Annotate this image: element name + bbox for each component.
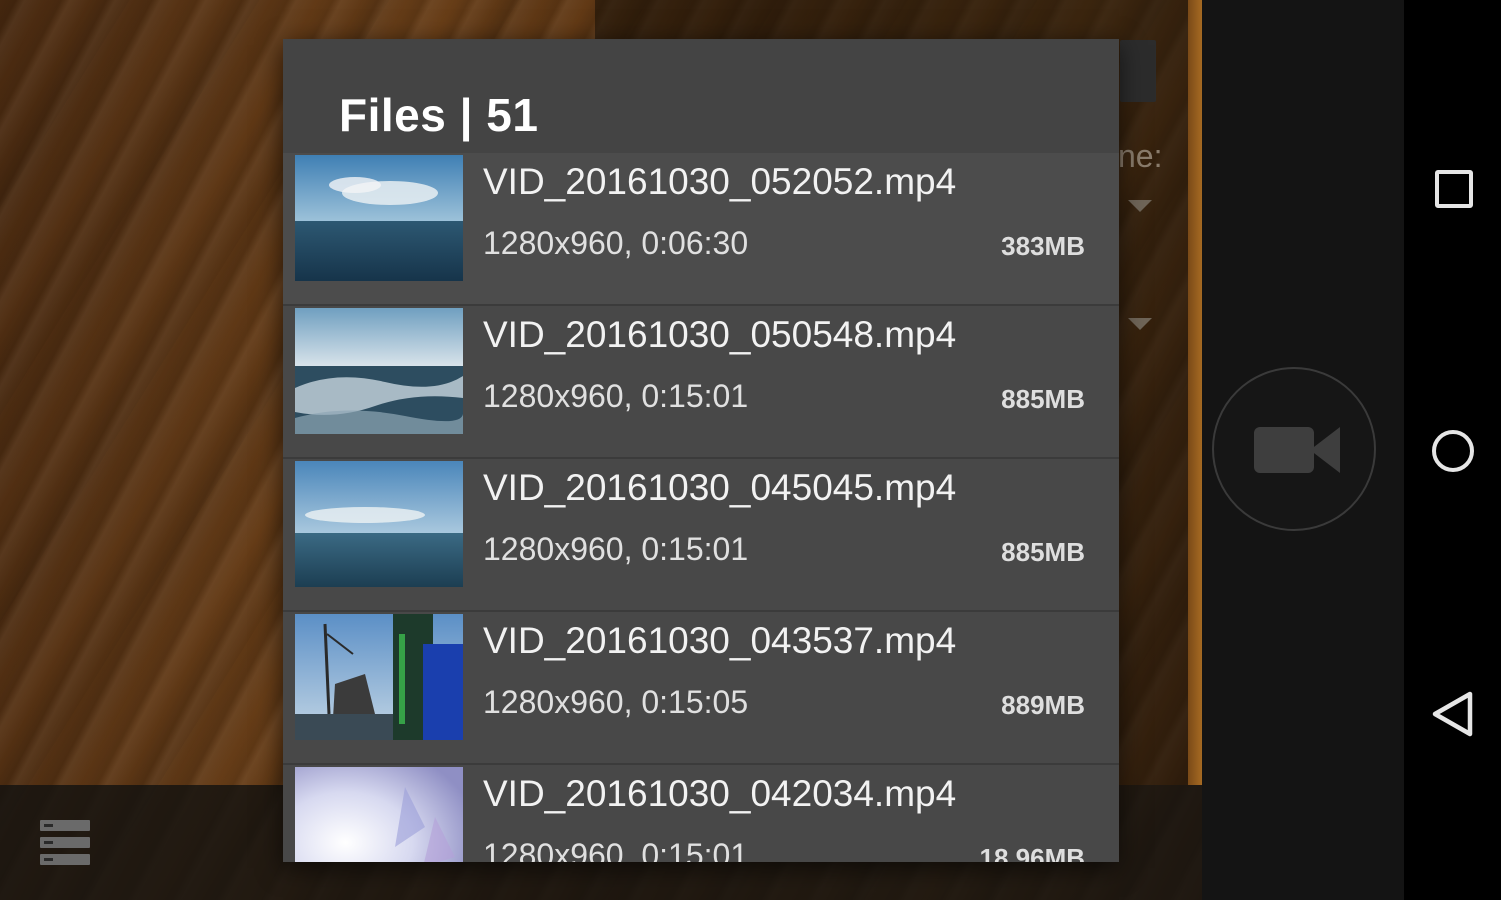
file-name: VID_20161030_045045.mp4 — [483, 467, 957, 508]
settings-label-partial: ne: — [1118, 138, 1163, 174]
record-button[interactable] — [1212, 367, 1376, 531]
home-icon[interactable] — [1432, 430, 1474, 472]
file-meta: 1280x960, 0:15:01 — [483, 837, 749, 862]
files-dialog: Files | 51 VID_20161030_052052.mp4 1280x… — [283, 39, 1119, 862]
video-thumbnail — [295, 308, 463, 434]
file-meta: 1280x960, 0:15:01 — [483, 378, 749, 414]
file-name: VID_20161030_043537.mp4 — [483, 620, 957, 661]
file-name: VID_20161030_042034.mp4 — [483, 773, 957, 814]
file-meta: 1280x960, 0:06:30 — [483, 225, 749, 261]
file-list[interactable]: VID_20161030_052052.mp4 1280x960, 0:06:3… — [283, 153, 1119, 862]
file-name: VID_20161030_050548.mp4 — [483, 314, 957, 355]
file-meta: 1280x960, 0:15:05 — [483, 684, 749, 720]
file-size: 383MB — [1001, 231, 1085, 261]
file-size: 18.96MB — [979, 843, 1086, 862]
video-thumbnail — [295, 461, 463, 587]
settings-toggle-behind — [1120, 40, 1156, 102]
back-icon[interactable] — [1430, 690, 1474, 738]
file-list-item[interactable]: VID_20161030_050548.mp4 1280x960, 0:15:0… — [283, 306, 1119, 459]
recent-apps-icon[interactable] — [1435, 170, 1473, 208]
file-list-item[interactable]: VID_20161030_052052.mp4 1280x960, 0:06:3… — [283, 153, 1119, 306]
file-meta: 1280x960, 0:15:01 — [483, 531, 749, 567]
dropdown-arrow-icon — [1128, 318, 1152, 330]
video-thumbnail — [295, 767, 463, 862]
file-size: 885MB — [1001, 384, 1085, 414]
dropdown-arrow-icon — [1128, 200, 1152, 212]
list-icon[interactable] — [40, 820, 92, 866]
file-name: VID_20161030_052052.mp4 — [483, 161, 957, 202]
video-thumbnail — [295, 155, 463, 281]
dialog-title: Files | 51 — [339, 89, 539, 141]
video-camera-icon — [1254, 427, 1340, 473]
file-size: 885MB — [1001, 537, 1085, 567]
preview-edge — [1188, 0, 1202, 785]
file-list-item[interactable]: VID_20161030_045045.mp4 1280x960, 0:15:0… — [283, 459, 1119, 612]
file-size: 889MB — [1001, 690, 1085, 720]
file-list-item[interactable]: VID_20161030_043537.mp4 1280x960, 0:15:0… — [283, 612, 1119, 765]
video-thumbnail — [295, 614, 463, 740]
file-list-item[interactable]: VID_20161030_042034.mp4 1280x960, 0:15:0… — [283, 765, 1119, 862]
